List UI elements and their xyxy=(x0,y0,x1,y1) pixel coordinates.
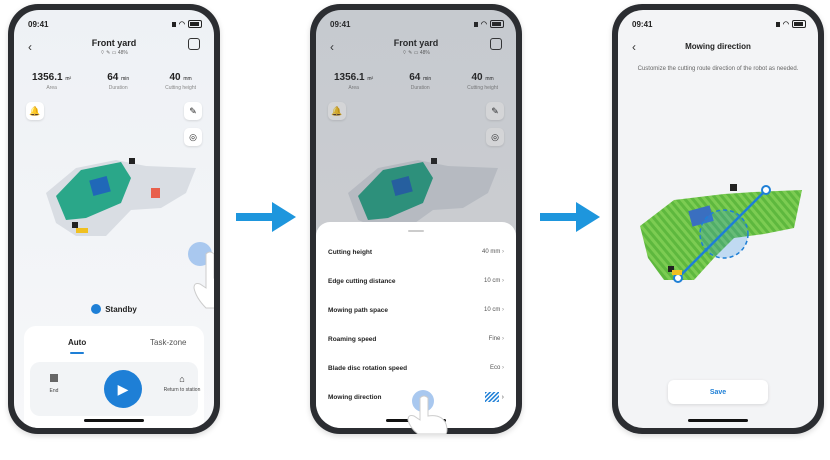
status-bar: 09:41 ◠ xyxy=(632,18,806,30)
settings-hex-icon[interactable] xyxy=(188,38,200,50)
edit-map-icon[interactable]: ✎ xyxy=(184,102,202,120)
tab-auto[interactable]: Auto xyxy=(68,338,86,347)
tap-hand-icon xyxy=(407,395,448,434)
setting-cutting-height[interactable]: Cutting height 40 mm xyxy=(328,242,504,262)
settings-screen: 09:41 ◠ ‹ Front yard ⌔ ✎ ▭ 48% 1356.1 m²… xyxy=(316,10,516,428)
flow-arrow-1-icon xyxy=(236,202,296,232)
stop-icon xyxy=(50,374,58,382)
home-indicator xyxy=(84,419,144,422)
device-status-line: ⌔ ✎ ▭ 48% xyxy=(100,50,128,56)
stat-duration: 64 min Duration xyxy=(107,72,130,91)
status-time: 09:41 xyxy=(28,19,49,29)
page-title: Mowing direction xyxy=(685,42,751,51)
tap-hand-icon xyxy=(193,251,214,309)
home-screen: 09:41 ◠ ‹ Front yard ⌔ ✎ ▭ 48% 1356.1 m²… xyxy=(14,10,214,428)
status-icons: ◠ xyxy=(775,20,806,28)
play-icon: ▶ xyxy=(117,380,129,397)
home-icon: ⌂ xyxy=(179,374,185,384)
stat-cutting-height: 40 mm Cutting height xyxy=(165,72,196,91)
status-bar: 09:41 ◠ xyxy=(28,18,202,30)
locate-icon[interactable]: ◎ xyxy=(184,128,202,146)
end-button[interactable]: End xyxy=(42,374,66,394)
stripes-icon: › xyxy=(484,392,504,402)
phone-mowing-direction: 09:41 ◠ ‹ Mowing direction Customize the… xyxy=(612,4,824,434)
stat-area: 1356.1 m² Area xyxy=(31,72,72,91)
status-icons: ◠ xyxy=(171,20,202,28)
phone-home-screen: 09:41 ◠ ‹ Front yard ⌔ ✎ ▭ 48% 1356.1 m²… xyxy=(8,4,220,434)
return-label: Return to station xyxy=(163,387,201,393)
end-label: End xyxy=(49,388,59,394)
setting-blade-disc-rotation-speed[interactable]: Blade disc rotation speed Eco xyxy=(328,358,504,378)
setting-edge-cutting-distance[interactable]: Edge cutting distance 10 cm xyxy=(328,271,504,291)
lawn-map[interactable] xyxy=(36,148,206,248)
stats-row: 1356.1 m² Area 64 min Duration 40 mm Cuttin… xyxy=(14,72,214,91)
sheet-grip[interactable] xyxy=(408,230,424,232)
save-button[interactable]: Save xyxy=(668,380,768,404)
flow-arrow-2-icon xyxy=(540,202,600,232)
status-time: 09:41 xyxy=(632,19,653,29)
page-title: Front yard xyxy=(91,38,137,48)
bell-icon[interactable]: 🔔 xyxy=(26,102,44,120)
phone-settings-sheet: 09:41 ◠ ‹ Front yard ⌔ ✎ ▭ 48% 1356.1 m²… xyxy=(310,4,522,434)
battery-icon xyxy=(792,20,806,28)
control-panel: Auto Task-zone End ▶ ⌂ Return to station xyxy=(24,326,204,428)
start-button[interactable]: ▶ xyxy=(104,370,142,408)
direction-map[interactable] xyxy=(634,178,806,298)
tab-auto-indicator xyxy=(70,352,84,354)
control-bar: End ▶ ⌂ Return to station xyxy=(30,362,200,416)
robot-status: Standby xyxy=(14,304,214,314)
status-dot-icon xyxy=(91,304,102,314)
return-to-station-button[interactable]: ⌂ Return to station xyxy=(154,374,210,393)
setting-mowing-path-space[interactable]: Mowing path space 10 cm xyxy=(328,300,504,320)
setting-roaming-speed[interactable]: Roaming speed Fine xyxy=(328,329,504,349)
tab-task-zone[interactable]: Task-zone xyxy=(150,338,186,347)
battery-icon xyxy=(188,20,202,28)
mowing-direction-screen: 09:41 ◠ ‹ Mowing direction Customize the… xyxy=(618,10,818,428)
home-indicator xyxy=(688,419,748,422)
page-description: Customize the cutting route direction of… xyxy=(637,66,799,72)
